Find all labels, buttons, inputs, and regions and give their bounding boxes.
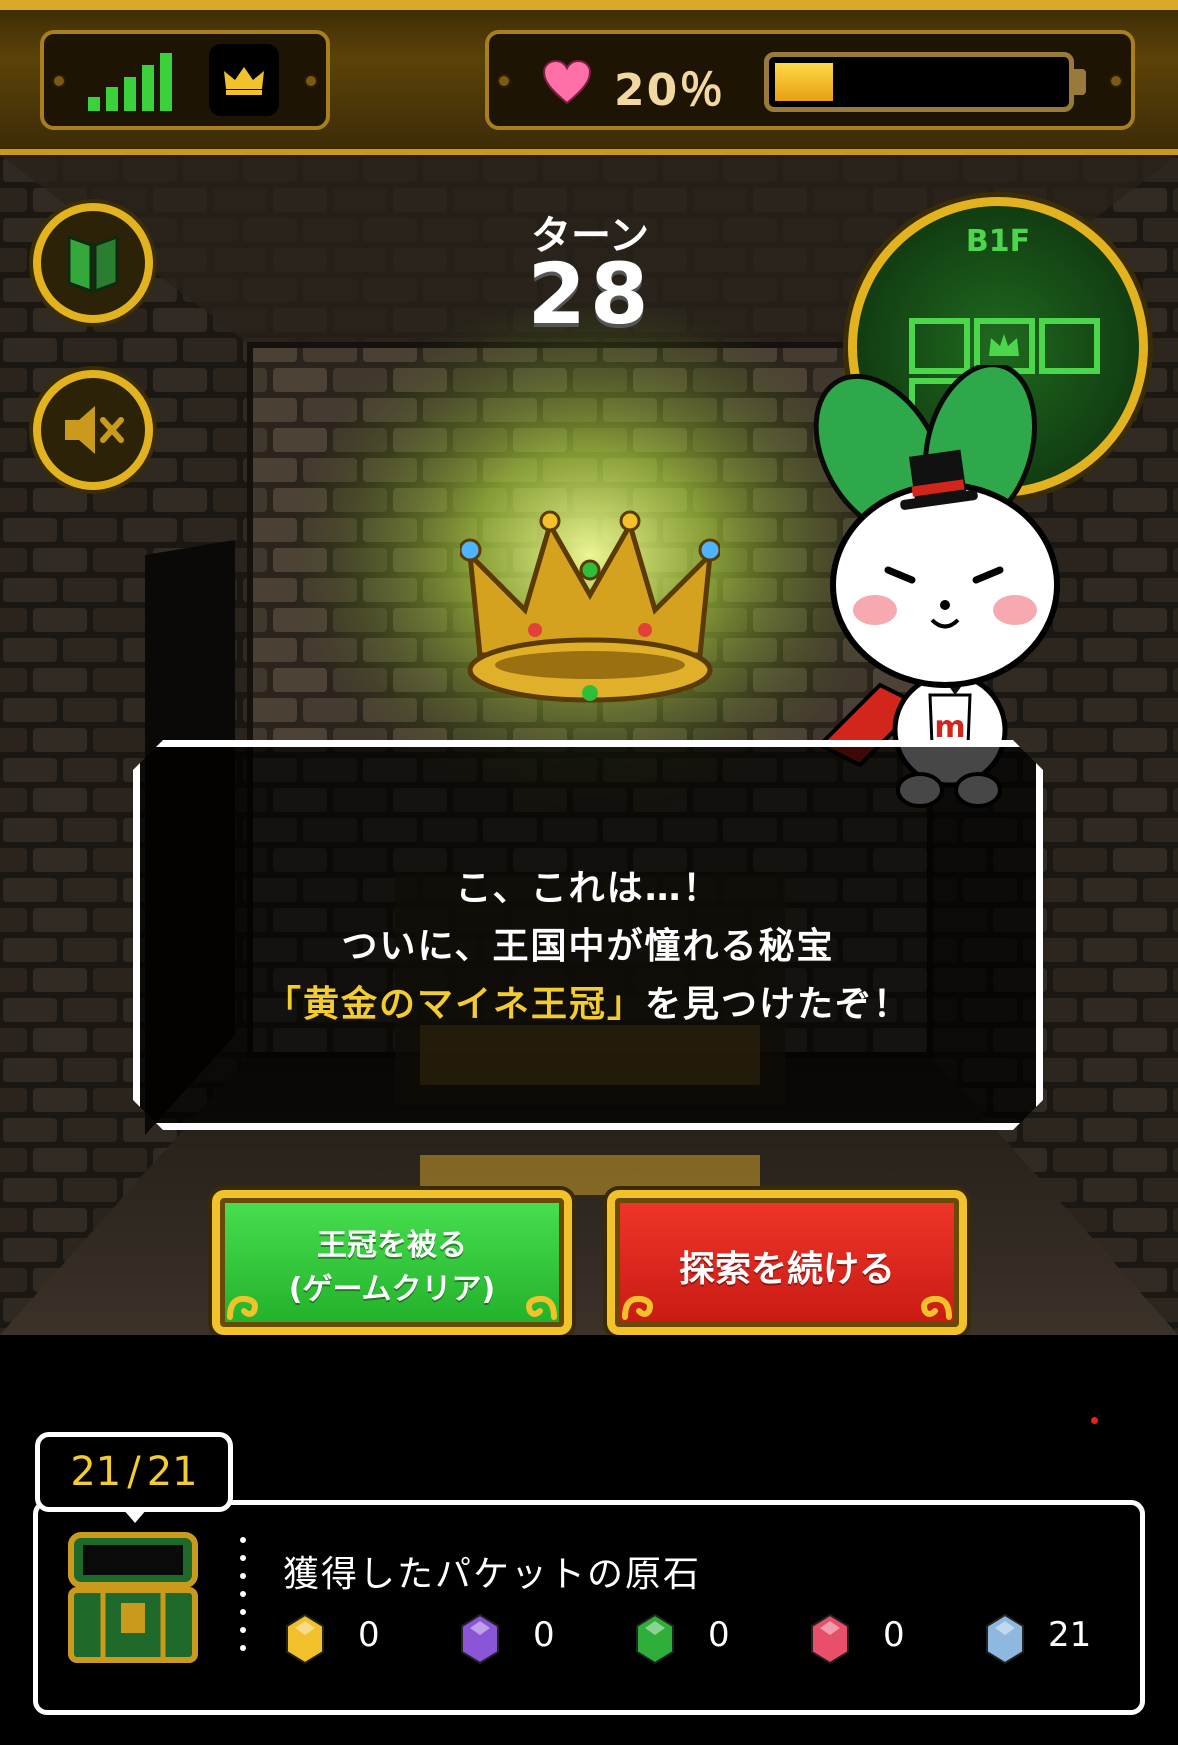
badge-pointer bbox=[123, 1509, 147, 1523]
collection-title: 獲得したパケットの原石 bbox=[283, 1554, 702, 1595]
continue-exploring-button[interactable]: 探索を続ける bbox=[607, 1190, 967, 1335]
swirl-ornament-icon bbox=[526, 1295, 557, 1320]
health-percent: 20％ bbox=[614, 65, 726, 116]
game-clear-label: (ゲームクリア) bbox=[288, 1272, 496, 1307]
wear-crown-label: 王冠を被る bbox=[317, 1228, 467, 1263]
guide-book-button[interactable] bbox=[33, 203, 153, 323]
packet-stone-icon bbox=[286, 1613, 324, 1665]
beginner-book-icon bbox=[67, 234, 119, 294]
collected-count: 21 bbox=[70, 1449, 122, 1495]
packet-stone-panel: 獲得したパケットの原石 0 0 0 0 21 bbox=[33, 1500, 1145, 1715]
dialog-line-3-rest: を見つけたぞ！ bbox=[645, 984, 912, 1025]
total-count: 21 bbox=[146, 1449, 198, 1495]
signal-panel bbox=[40, 30, 330, 130]
dungeon-scene: ターン 28 B1F m こ、これは…！ ついに、王国中が憧れる秘宝 「黄金のマ… bbox=[0, 155, 1178, 1335]
packet-stone-icon bbox=[811, 1613, 849, 1665]
dialog-line-1: こ、これは…！ bbox=[455, 868, 721, 909]
collection-count-badge: 21/21 bbox=[35, 1432, 233, 1512]
packet-stone-count: 21 bbox=[1048, 1615, 1092, 1655]
dotted-divider bbox=[240, 1537, 246, 1651]
speaker-muted-icon bbox=[65, 406, 124, 454]
svg-text:m: m bbox=[934, 710, 965, 745]
packet-stone-count: 0 bbox=[708, 1615, 730, 1655]
packet-stone-icon bbox=[636, 1613, 674, 1665]
dialog-line-3: 「黄金のマイネ王冠」を見つけたぞ！ bbox=[140, 975, 1036, 1027]
packet-stone-count: 0 bbox=[358, 1615, 380, 1655]
health-bar bbox=[764, 52, 1074, 112]
signal-strength-icon bbox=[88, 53, 172, 111]
packet-stone-count: 0 bbox=[883, 1615, 905, 1655]
treasure-name-highlight: 「黄金のマイネ王冠」 bbox=[264, 984, 645, 1025]
crown-badge[interactable] bbox=[209, 44, 279, 116]
continue-exploring-label: 探索を続ける bbox=[678, 1249, 895, 1290]
floor-label: B1F bbox=[965, 224, 1031, 259]
packet-stone-count: 0 bbox=[533, 1615, 555, 1655]
swirl-ornament-icon bbox=[227, 1295, 258, 1320]
count-separator: / bbox=[127, 1449, 141, 1495]
dialog-line-2: ついに、王国中が憧れる秘宝 bbox=[341, 926, 835, 967]
wear-crown-button[interactable]: 王冠を被る (ゲームクリア) bbox=[212, 1190, 572, 1335]
status-bar: 20％ bbox=[0, 0, 1178, 155]
mute-sound-button[interactable] bbox=[33, 370, 153, 490]
turn-value: 28 bbox=[527, 245, 653, 343]
crown-icon bbox=[224, 67, 264, 95]
packet-stone-icon bbox=[986, 1613, 1024, 1665]
health-bar-fill bbox=[775, 63, 833, 101]
swirl-ornament-icon bbox=[921, 1295, 952, 1320]
packet-stone-icon bbox=[461, 1613, 499, 1665]
red-dot bbox=[1091, 1417, 1098, 1424]
swirl-ornament-icon bbox=[622, 1295, 653, 1320]
heart-icon bbox=[542, 59, 592, 105]
health-panel: 20％ bbox=[485, 30, 1135, 130]
golden-crown-image bbox=[460, 510, 720, 703]
health-bar-cap bbox=[1074, 69, 1086, 95]
treasure-chest-icon bbox=[68, 1532, 198, 1663]
dialog-box: こ、これは…！ ついに、王国中が憧れる秘宝 「黄金のマイネ王冠」を見つけたぞ！ bbox=[133, 740, 1043, 1130]
